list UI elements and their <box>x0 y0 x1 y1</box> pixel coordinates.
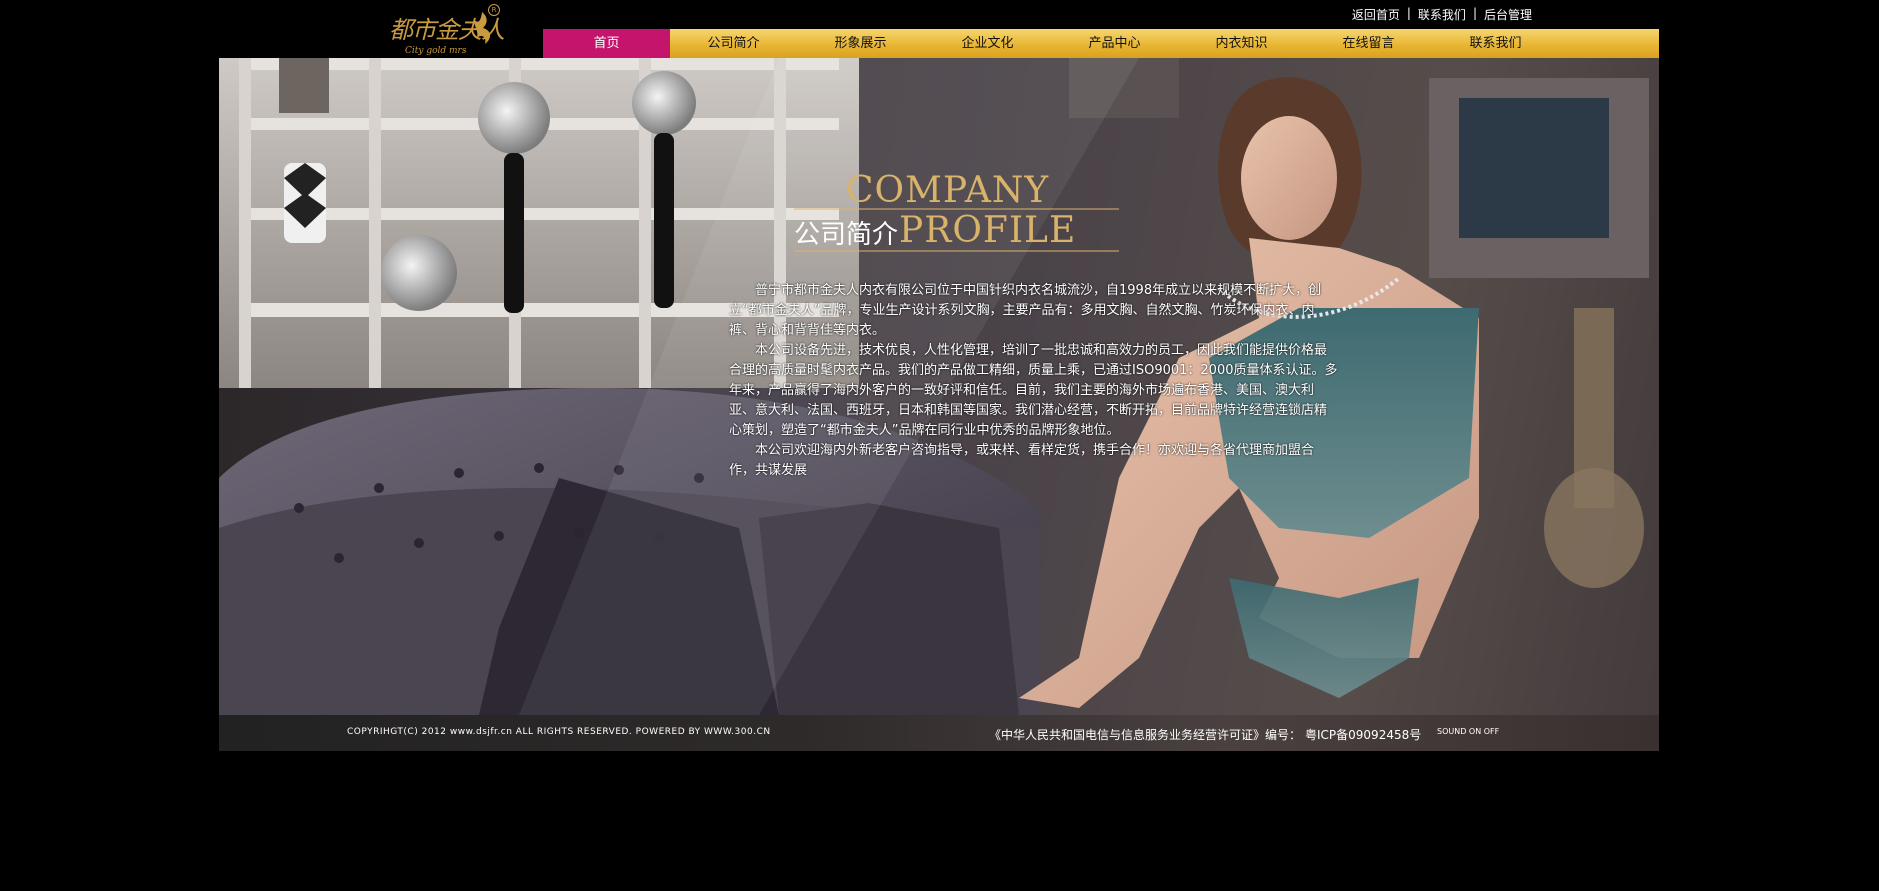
top-utility-links: 返回首页 | 联系我们 | 后台管理 <box>1352 6 1532 23</box>
main-nav: 首页 公司简介 形象展示 企业文化 产品中心 内衣知识 在线留言 联系我们 <box>543 29 1659 58</box>
license-text: 《中华人民共和国电信与信息服务业务经营许可证》编号： <box>989 728 1302 742</box>
intro-paragraph: 普宁市都市金夫人内衣有限公司位于中国针织内衣名城流沙，自1998年成立以来规模不… <box>729 283 1322 338</box>
icp-number-link[interactable]: 粤ICP备09092458号 <box>1305 726 1421 743</box>
contact-link[interactable]: 联系我们 <box>1418 6 1466 23</box>
nav-item-home[interactable]: 首页 <box>543 29 670 58</box>
nav-item-lingerie-knowledge[interactable]: 内衣知识 <box>1178 29 1305 58</box>
nav-item-products[interactable]: 产品中心 <box>1051 29 1178 58</box>
intro-paragraph: 本公司欢迎海内外新老客户咨询指导，或来样、看样定货，携手合作！亦欢迎与各省代理商… <box>729 443 1315 478</box>
nav-item-guestbook[interactable]: 在线留言 <box>1305 29 1432 58</box>
sound-toggle[interactable]: SOUND ON OFF <box>1437 727 1499 736</box>
hero-banner: COMPANY 公司简介 PROFILE 普宁市都市金夫人内衣有限公司位于中国针… <box>219 58 1659 715</box>
intro-paragraph: 本公司设备先进，技术优良，人性化管理，培训了一批忠诚和高效力的员工，因此我们能提… <box>729 343 1338 438</box>
site-logo[interactable]: 都市金夫人 R City gold mrs <box>385 4 505 58</box>
admin-link[interactable]: 后台管理 <box>1484 6 1532 23</box>
footer-bar: COPYRIHGT(C) 2012 www.dsjfr.cn ALL RIGHT… <box>219 715 1659 751</box>
heading-company-profile-cn: 公司简介 <box>794 220 899 250</box>
heading-profile: PROFILE <box>899 210 1077 251</box>
nav-item-company-profile[interactable]: 公司简介 <box>670 29 797 58</box>
heading-company: COMPANY <box>846 170 1050 211</box>
logo-subtitle: City gold mrs <box>405 46 467 56</box>
link-separator: | <box>1406 6 1411 20</box>
registered-mark-icon: R <box>488 4 500 16</box>
nav-item-corporate-culture[interactable]: 企业文化 <box>924 29 1051 58</box>
home-link[interactable]: 返回首页 <box>1352 6 1400 23</box>
company-intro-text: 普宁市都市金夫人内衣有限公司位于中国针织内衣名城流沙，自1998年成立以来规模不… <box>729 281 1339 481</box>
link-separator: | <box>1472 6 1477 20</box>
nav-item-image-gallery[interactable]: 形象展示 <box>797 29 924 58</box>
copyright-text: COPYRIHGT(C) 2012 www.dsjfr.cn ALL RIGHT… <box>347 727 771 737</box>
nav-item-contact[interactable]: 联系我们 <box>1432 29 1559 58</box>
